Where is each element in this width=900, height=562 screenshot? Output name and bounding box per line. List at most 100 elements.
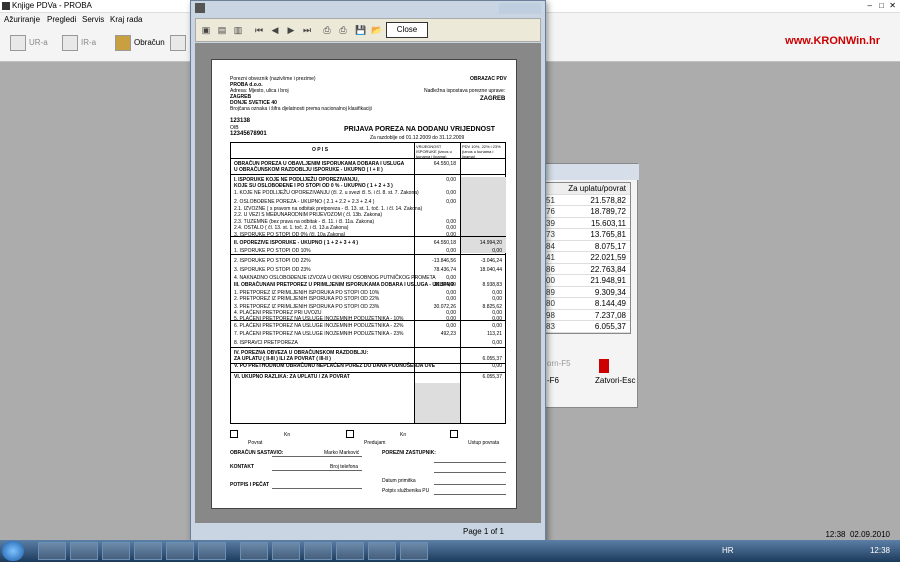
taskbar-app-icon[interactable] (166, 542, 194, 560)
taskbar-explorer-icon[interactable] (38, 542, 66, 560)
preview-toolbar: ▣ ▤ ▥ ⏮ ◀ ▶ ⏭ ⎙ ⎙ 💾 📂 Close (195, 18, 541, 42)
row-value-pdv: 14.994,20 (479, 240, 502, 246)
obrazac-title: OBRAZAC PDV (470, 76, 507, 82)
extra-toolbar-button[interactable] (170, 35, 189, 51)
row-label: 2.2. U VEZI S MEĐUNARODNIM PRIJEVOZOM ( … (234, 212, 383, 218)
cell-amount: 9.309,34 (594, 287, 626, 297)
table-row[interactable]: 80 8.144,49 (544, 298, 630, 310)
signature-line (272, 488, 362, 489)
taskbar-app-icon[interactable] (134, 542, 162, 560)
taskbar-app-icon[interactable] (336, 542, 364, 560)
table-row[interactable]: 76 18.789,72 (544, 206, 630, 218)
row-value-base: 492,23 (440, 331, 456, 337)
table-row[interactable]: 73 13.765,81 (544, 229, 630, 241)
ura-button[interactable]: UR-a (10, 35, 48, 51)
close-button[interactable]: Close (386, 22, 428, 38)
taskbar-knjige-icon[interactable] (240, 542, 268, 560)
row-label: 4. NAKNADNO OSLOBOĐENJE IZVOZA U OKVIRU … (234, 275, 436, 281)
row-value-pdv: 8.938,83 (482, 282, 502, 288)
opis-header: O P I S (312, 147, 329, 153)
zatvori-button[interactable]: Zatvori-Esc (595, 376, 635, 385)
printer-setup-icon[interactable]: ⎙ (336, 22, 350, 38)
table-row[interactable]: 86 22.763,84 (544, 264, 630, 275)
pdv-form-page: Porezni obveznik (naziv/ime i prezime) P… (211, 59, 517, 509)
signature-line (272, 456, 362, 457)
taskbar-clock[interactable]: 12:38 (870, 546, 890, 555)
cell-id: 00 (546, 276, 555, 285)
row-label: 2.4. OSTALO ( čl. 13. st. 1. toč. 2. i č… (234, 225, 349, 231)
close-icon[interactable]: ✕ (889, 1, 896, 10)
window-controls[interactable] (499, 3, 541, 14)
row-label: 5. PLAĆENI PRETPOREZ NA USLUGE INOZEMNIH… (234, 316, 404, 322)
taskbar-firefox-icon[interactable] (70, 542, 98, 560)
status-time: 12:38 (825, 530, 846, 539)
exit-door-icon (599, 359, 609, 373)
predujam-checkbox[interactable] (346, 430, 354, 438)
signature-line (434, 494, 506, 495)
zoom-icon[interactable]: ▥ (231, 22, 245, 38)
bg-f6-button[interactable]: -F6 (547, 376, 559, 385)
close-button-label: Close (396, 25, 418, 34)
table-row[interactable]: 39 15.603,11 (544, 218, 630, 229)
section-divider (230, 363, 506, 364)
table-row[interactable]: 51 21.578,82 (544, 195, 630, 206)
ira-button[interactable]: IR-a (62, 35, 96, 51)
row-label: 2. PRETPOREZ IZ PRIMLJENIH ISPORUKA PO S… (234, 296, 380, 302)
bg-f5-button[interactable]: orn-F5 (547, 359, 571, 368)
menu-servis[interactable]: Servis (82, 15, 104, 24)
oib-value: 12345678901 (230, 131, 267, 137)
language-indicator[interactable]: HR (722, 546, 734, 555)
cell-id: 98 (546, 310, 555, 320)
fit-page-icon[interactable]: ▣ (199, 22, 213, 38)
taskbar-app-icon[interactable] (400, 542, 428, 560)
next-page-icon[interactable]: ▶ (284, 22, 298, 38)
print-icon[interactable]: ⎙ (320, 22, 334, 38)
prev-page-icon[interactable]: ◀ (268, 22, 282, 38)
row-label: 3. ISPORUKE PO STOPI OD 0% (čl. 10a Zako… (234, 232, 346, 238)
signature-line (434, 462, 506, 463)
row-value-pdv: 18.040,44 (479, 267, 502, 273)
table-row[interactable]: 00 21.948,91 (544, 275, 630, 287)
table-row[interactable]: 98 7.237,08 (544, 310, 630, 321)
table-row[interactable]: 41 22.021,59 (544, 252, 630, 264)
potpis-label: POTPIS I PEČAT (230, 482, 270, 488)
ura-icon (10, 35, 26, 51)
pencil-icon (115, 35, 131, 51)
taskbar-app-icon[interactable] (198, 542, 226, 560)
section-divider (230, 236, 506, 237)
menu-kraj-rada[interactable]: Kraj rada (110, 15, 142, 24)
table-row[interactable]: 83 6.055,37 (544, 321, 630, 333)
cell-amount: 22.763,84 (590, 264, 626, 274)
taskbar-media-icon[interactable] (102, 542, 130, 560)
menu-azuriranje[interactable]: Ažuriranje (4, 15, 40, 24)
menu-pregledi[interactable]: Pregledi (47, 15, 76, 24)
row-value-base: 0,00 (446, 275, 456, 281)
taskbar-app-icon[interactable] (368, 542, 396, 560)
obracun-button[interactable]: Obračun (115, 35, 165, 51)
taskbar-app-icon[interactable] (304, 542, 332, 560)
table-row[interactable]: 84 8.075,17 (544, 241, 630, 252)
row-label: III. OBRAČUNANI PRETPOREZ U PRIMLJENIM I… (234, 282, 455, 288)
open-icon[interactable]: 📂 (370, 22, 384, 38)
col1-header: VRIJEDNOST ISPORUKE (iznos u kunama i li… (416, 144, 452, 159)
app-title: Knjige PDVa - PROBA (12, 1, 92, 10)
first-page-icon[interactable]: ⏮ (252, 22, 266, 38)
fit-width-icon[interactable]: ▤ (215, 22, 229, 38)
table-row[interactable]: 89 9.309,34 (544, 287, 630, 298)
document-icon (170, 35, 186, 51)
taskbar-app-icon[interactable] (272, 542, 300, 560)
save-icon[interactable]: 💾 (354, 22, 368, 38)
minimize-icon[interactable]: – (868, 1, 872, 10)
kontakt-label: KONTAKT (230, 464, 255, 470)
maximize-icon[interactable]: □ (879, 1, 884, 10)
last-page-icon[interactable]: ⏭ (300, 22, 314, 38)
povrat-checkbox[interactable] (230, 430, 238, 438)
row-label: 2. ISPORUKE PO STOPI OD 22% (234, 258, 311, 264)
uplata-checkbox[interactable] (450, 430, 458, 438)
header-line (230, 158, 506, 159)
cell-id: 51 (546, 195, 555, 205)
cell-amount: 8.075,17 (594, 241, 626, 251)
ira-label: IR-a (81, 38, 97, 48)
row-label: 2. OSLOBOĐENE POREZA - UKUPNO ( 2.1 + 2.… (234, 199, 375, 205)
start-button[interactable] (2, 541, 24, 561)
